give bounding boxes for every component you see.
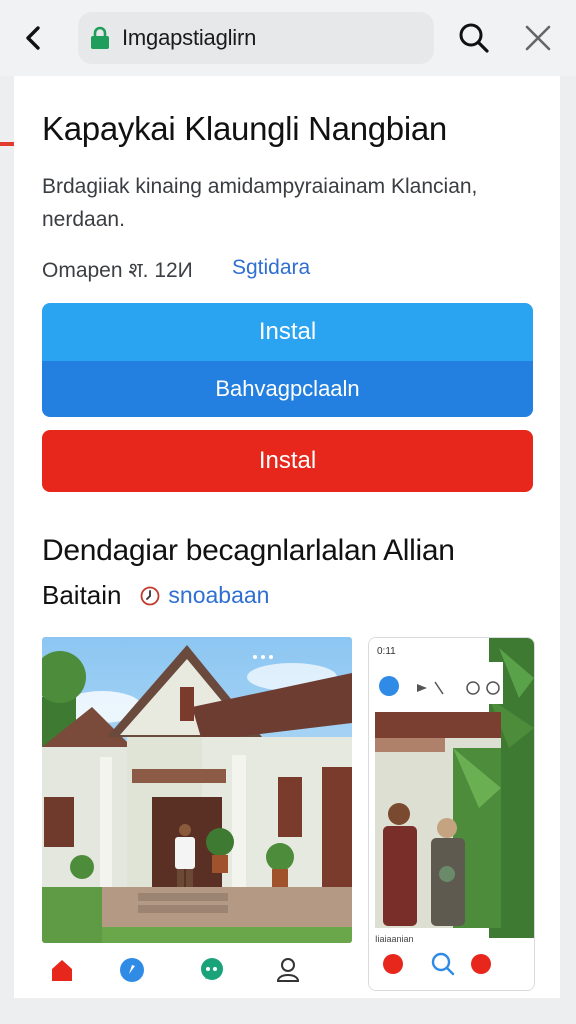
close-icon <box>525 25 551 51</box>
section-subtitle: Baitain <box>42 580 122 610</box>
browser-toolbar: Imgapstiaglirn <box>0 0 576 76</box>
address-text: Imgapstiaglirn <box>122 25 257 50</box>
search-button[interactable] <box>456 20 492 56</box>
screenshot-main[interactable] <box>42 637 352 943</box>
home-icon <box>52 960 72 981</box>
secondary-button[interactable]: Bahvagpclaaln <box>42 361 533 417</box>
app-meta-link[interactable]: Sgtidara <box>232 256 310 280</box>
phone-screenshot: 0:11 Iiaiaanian <box>369 638 534 990</box>
section-link[interactable]: snoabaan <box>168 582 269 608</box>
search-icon <box>459 23 489 53</box>
app-title: Kapaykai Klaungli Nangbian <box>42 110 447 147</box>
chat-icon <box>201 958 223 980</box>
nav-profile[interactable] <box>272 954 304 986</box>
address-bar[interactable]: Imgapstiaglirn <box>78 12 434 64</box>
nav-chat[interactable] <box>196 954 228 986</box>
clock-icon <box>140 586 160 605</box>
section-title: Dendagiar becagnlarlalan Allian <box>42 534 455 567</box>
screenshot-side[interactable]: 0:11 Iiaiaanian <box>368 637 535 991</box>
profile-icon <box>276 958 300 982</box>
chevron-left-icon <box>26 26 40 50</box>
side-caption: Iiaiaanian <box>375 934 414 944</box>
section-subtitle-row: Baitain snoabaan <box>42 580 269 616</box>
install-red-button[interactable]: Instal <box>42 430 533 492</box>
house-photo <box>42 637 352 943</box>
close-button[interactable] <box>520 20 556 56</box>
side-time: 0:11 <box>377 646 396 657</box>
edge-accent <box>0 142 14 146</box>
lock-icon <box>91 26 109 49</box>
bottom-nav <box>42 948 352 992</box>
install-button-group: Instal Bahvagpclaaln <box>42 303 533 417</box>
nav-home[interactable] <box>46 954 78 986</box>
nav-explore[interactable] <box>116 954 148 986</box>
install-button[interactable]: Instal <box>42 303 533 361</box>
app-meta: Omapen श. 12И <box>42 259 193 282</box>
compass-icon <box>120 958 144 982</box>
back-button[interactable] <box>18 22 50 54</box>
app-card: Kapaykai Klaungli Nangbian Brdagiiak kin… <box>14 76 560 998</box>
app-description: Brdagiiak kinaing amidampyraiainam Klanc… <box>42 175 478 231</box>
